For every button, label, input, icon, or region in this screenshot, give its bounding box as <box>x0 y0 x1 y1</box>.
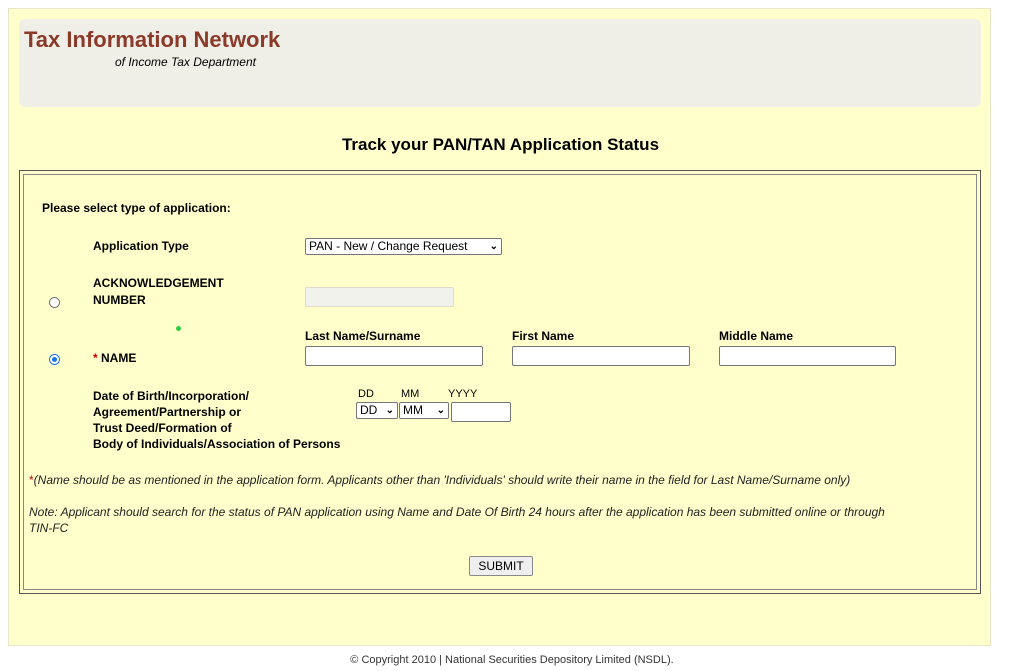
chevron-down-icon: ⌄ <box>436 405 445 416</box>
first-name-header: First Name <box>512 329 575 343</box>
ack-number-input[interactable] <box>305 287 454 307</box>
search-note-line2: TIN-FC <box>29 521 69 535</box>
yyyy-header: YYYY <box>448 388 478 400</box>
page-title: Track your PAN/TAN Application Status <box>341 135 660 154</box>
dob-month-value: MM <box>403 403 423 417</box>
application-type-value: PAN - New / Change Request <box>309 239 468 253</box>
ack-number-radio[interactable] <box>49 297 60 308</box>
name-note: *(Name should be as mentioned in the app… <box>29 473 851 487</box>
status-dot-icon <box>176 326 181 331</box>
application-type-select[interactable]: PAN - New / Change Request ⌄ <box>305 238 502 255</box>
page-container: Tax Information Network of Income Tax De… <box>8 8 991 646</box>
chevron-down-icon: ⌄ <box>489 241 498 252</box>
select-type-label: Please select type of application: <box>42 201 231 215</box>
first-name-input[interactable] <box>512 346 690 366</box>
application-type-label: Application Type <box>93 239 189 253</box>
site-title: Tax Information Network <box>24 27 281 52</box>
mm-header: MM <box>401 388 420 400</box>
dob-label-line3: Trust Deed/Formation of <box>93 421 232 435</box>
name-label: * NAME <box>93 351 137 365</box>
dob-label-line4: Body of Individuals/Association of Perso… <box>93 437 341 451</box>
dob-day-select[interactable]: DD ⌄ <box>356 402 398 419</box>
ack-label-line1: ACKNOWLEDGEMENT <box>93 276 224 290</box>
form-inner-border <box>23 174 977 590</box>
site-header: Tax Information Network of Income Tax De… <box>19 19 981 107</box>
dob-month-select[interactable]: MM ⌄ <box>399 402 449 419</box>
dob-label-line2: Agreement/Partnership or <box>93 405 242 419</box>
chevron-down-icon: ⌄ <box>385 405 394 416</box>
dd-header: DD <box>358 388 374 400</box>
required-mark: * <box>93 351 98 365</box>
copyright-footer: © Copyright 2010 | National Securities D… <box>350 654 674 666</box>
dob-year-input[interactable] <box>451 402 511 422</box>
name-radio[interactable] <box>49 354 60 365</box>
ack-label-line2: NUMBER <box>93 293 146 307</box>
last-name-header: Last Name/Surname <box>305 329 421 343</box>
site-subtitle: of Income Tax Department <box>115 55 256 69</box>
middle-name-input[interactable] <box>719 346 896 366</box>
dob-label-line1: Date of Birth/Incorporation/ <box>93 389 249 403</box>
submit-button[interactable]: SUBMIT <box>469 556 533 576</box>
dob-day-value: DD <box>360 403 378 417</box>
last-name-input[interactable] <box>305 346 483 366</box>
application-status-form: Please select type of application: Appli… <box>19 170 981 594</box>
search-note-line1: Note: Applicant should search for the st… <box>29 505 885 519</box>
middle-name-header: Middle Name <box>719 329 794 343</box>
